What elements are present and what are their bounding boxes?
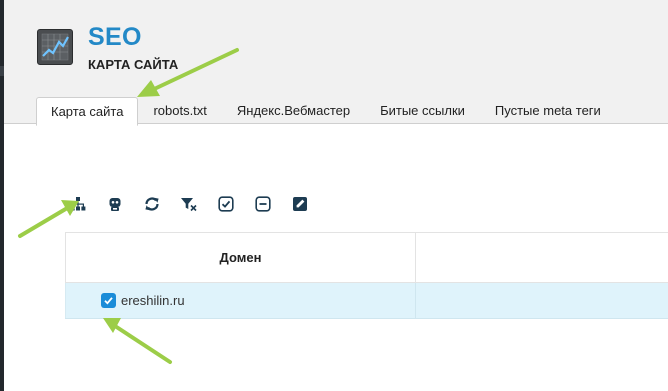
uncheck-all-icon[interactable]: [254, 195, 272, 213]
tab-yandex-webmaster[interactable]: Яндекс.Вебмастер: [222, 97, 365, 125]
refresh-icon[interactable]: [143, 195, 161, 213]
domain-grid: Домен ereshilin.ru: [65, 232, 668, 319]
column-header-empty: [416, 233, 668, 282]
page-subtitle: КАРТА САЙТА: [88, 57, 179, 72]
app-title: SEO: [88, 23, 142, 51]
row-domain-text: ereshilin.ru: [121, 293, 185, 308]
column-header-domain[interactable]: Домен: [65, 233, 416, 282]
sitemap-icon[interactable]: [69, 195, 87, 213]
check-all-icon[interactable]: [217, 195, 235, 213]
row-empty-cell: [416, 283, 668, 318]
tab-broken-links[interactable]: Битые ссылки: [365, 97, 480, 125]
checkmark-icon: [104, 297, 113, 305]
robot-icon[interactable]: [106, 195, 124, 213]
line-chart-icon: [37, 29, 73, 65]
grid-toolbar: [69, 195, 309, 213]
tab-sitemap[interactable]: Карта сайта: [36, 97, 139, 126]
grid-header: Домен: [65, 232, 668, 283]
tab-bar: Карта сайта robots.txt Яндекс.Вебмастер …: [36, 96, 616, 126]
clear-filter-icon[interactable]: [180, 195, 198, 213]
arrow-head-checkbox: [103, 318, 121, 333]
table-row[interactable]: ereshilin.ru: [65, 283, 668, 319]
tab-empty-meta[interactable]: Пустые meta теги: [480, 97, 616, 125]
row-domain-cell[interactable]: ereshilin.ru: [65, 283, 416, 318]
edit-icon[interactable]: [291, 195, 309, 213]
tab-robots[interactable]: robots.txt: [138, 97, 221, 125]
row-checkbox[interactable]: [101, 293, 116, 308]
